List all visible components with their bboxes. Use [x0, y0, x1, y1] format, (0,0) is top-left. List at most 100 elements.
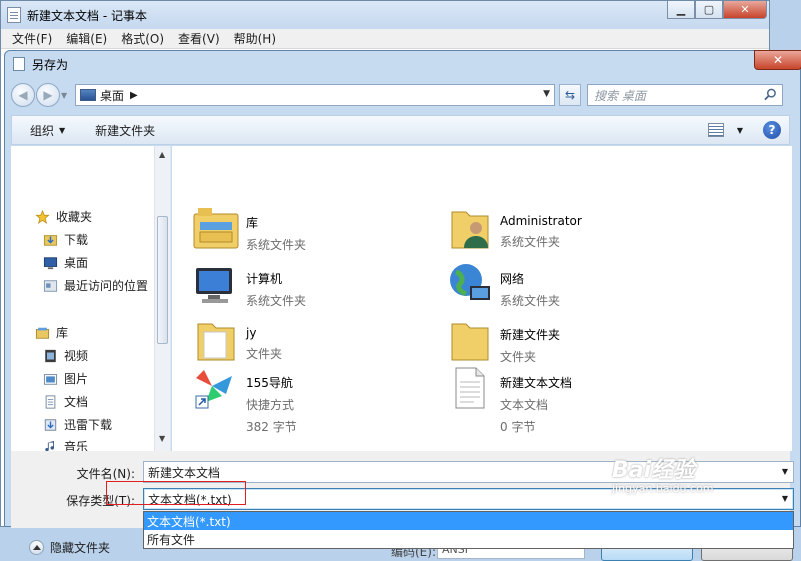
new-folder-label: 新建文件夹: [95, 123, 156, 138]
video-icon: [45, 349, 56, 362]
desktop-icon: [80, 89, 96, 101]
notepad-titlebar[interactable]: 新建文本文档 - 记事本 ▁ ▢ ✕: [1, 1, 769, 29]
nav-recent-places[interactable]: 最近访问的位置: [43, 277, 148, 294]
scroll-up-icon[interactable]: ▲: [159, 150, 165, 159]
nav-music[interactable]: 音乐: [43, 438, 88, 451]
dialog-titlebar[interactable]: 另存为: [5, 51, 800, 77]
back-button[interactable]: ◀: [11, 83, 35, 107]
nav-label: 迅雷下载: [64, 418, 113, 432]
file-type: 文件夹: [246, 347, 283, 361]
file-name: 新建文件夹: [500, 328, 561, 342]
nav-label: 下载: [64, 233, 89, 247]
baidu-jingyan-watermark: Bai经验 jingyan.baidu.com: [612, 452, 714, 495]
organize-button[interactable]: 组织 ▼: [30, 122, 65, 139]
refresh-icon: ⇆: [564, 88, 576, 102]
file-type: 系统文件夹: [246, 294, 307, 308]
new-folder-button[interactable]: 新建文件夹: [95, 122, 155, 139]
view-options-icon[interactable]: [707, 123, 724, 137]
file-name: jy: [246, 326, 257, 340]
recent-pages-dropdown[interactable]: ▼: [61, 91, 71, 100]
menu-edit[interactable]: 编辑(E): [59, 30, 114, 47]
minimize-button[interactable]: ▁: [667, 1, 695, 19]
file-list: 库 系统文件夹 Administrator 系统文件夹 计算机 系统文件夹 网络…: [172, 146, 792, 451]
hide-folders-button[interactable]: 隐藏文件夹: [29, 539, 110, 556]
close-icon: ✕: [740, 3, 750, 16]
filename-label: 文件名(N):: [76, 467, 135, 481]
notepad-caption-buttons: ▁ ▢ ✕: [667, 1, 767, 19]
search-input[interactable]: 搜索 桌面: [587, 84, 783, 106]
search-placeholder: 搜索 桌面: [594, 88, 646, 103]
nav-scrollbar[interactable]: ▲ ▼: [154, 146, 170, 451]
close-button[interactable]: ✕: [723, 1, 767, 19]
file-item[interactable]: 库 系统文件夹: [192, 204, 306, 253]
view-dropdown-icon[interactable]: ▼: [737, 126, 743, 135]
address-dropdown-icon[interactable]: ▼: [543, 89, 550, 99]
nav-videos[interactable]: 视频: [43, 347, 88, 364]
recent-places-icon: [43, 279, 58, 292]
nav-downloads[interactable]: 下载: [43, 231, 88, 248]
file-item[interactable]: 计算机 系统文件夹: [192, 260, 306, 309]
picture-icon: [43, 373, 58, 385]
file-item[interactable]: 新建文本文档 文本文档 0 字节: [446, 364, 572, 435]
nav-desktop[interactable]: 桌面: [43, 254, 88, 271]
refresh-button[interactable]: ⇆: [559, 84, 581, 106]
nav-label: 文档: [64, 395, 89, 409]
filename-value: 新建文本文档: [148, 465, 221, 480]
file-item[interactable]: Administrator 系统文件夹: [446, 204, 582, 252]
downloads-folder-icon: [43, 234, 58, 246]
nav-label: 库: [56, 326, 69, 340]
address-crumb[interactable]: 桌面: [100, 87, 124, 104]
file-item[interactable]: jy 文件夹: [192, 316, 282, 364]
nav-thunder-downloads[interactable]: 迅雷下载: [43, 416, 112, 433]
nav-pictures[interactable]: 图片: [43, 370, 88, 387]
nav-favorites[interactable]: 收藏夹: [35, 208, 92, 225]
organize-label: 组织: [30, 123, 55, 138]
breadcrumb-arrow-icon[interactable]: ▶: [130, 90, 138, 101]
dialog-icon: [13, 57, 25, 71]
nav-libraries[interactable]: 库: [35, 324, 68, 341]
folder-icon: [197, 323, 235, 361]
computer-icon: [196, 268, 232, 303]
dialog-close-button[interactable]: ✕: [754, 50, 801, 70]
savetype-dropdown-list: 文本文档(*.txt) 所有文件: [143, 511, 794, 549]
address-bar[interactable]: 桌面 ▶ ▼: [75, 84, 555, 106]
thunder-download-icon: [44, 418, 57, 431]
maximize-icon: ▢: [703, 3, 715, 16]
nav-label: 视频: [64, 349, 89, 363]
maximize-button[interactable]: ▢: [695, 1, 723, 19]
chevron-down-icon[interactable]: ▼: [782, 494, 788, 503]
file-item[interactable]: 网络 系统文件夹: [446, 260, 560, 309]
nav-documents[interactable]: 文档: [43, 393, 88, 410]
file-type: 系统文件夹: [500, 294, 561, 308]
file-name: 新建文本文档: [500, 376, 573, 390]
dialog-toolbar: 组织 ▼ 新建文件夹 ▼ ?: [11, 115, 790, 145]
nav-scrollbar-thumb[interactable]: [157, 216, 168, 344]
chevron-down-icon[interactable]: ▼: [782, 467, 788, 476]
user-folder-icon: [451, 211, 489, 249]
scroll-down-icon[interactable]: ▼: [159, 434, 165, 443]
file-item[interactable]: 新建文件夹 文件夹: [446, 316, 560, 365]
navigation-pane: 收藏夹 下载 桌面 最近访问的位置 库 视频 图片 文档 迅雷下载 音乐 ▲ ▼: [11, 146, 171, 451]
menu-file[interactable]: 文件(F): [5, 30, 59, 47]
nav-label: 图片: [64, 372, 89, 386]
back-arrow-icon: ◀: [18, 88, 28, 102]
file-type: 系统文件夹: [246, 238, 307, 252]
search-icon[interactable]: [764, 88, 777, 101]
forward-button[interactable]: ▶: [36, 83, 60, 107]
shortcut-icon: [195, 370, 232, 409]
help-icon[interactable]: ?: [763, 121, 781, 139]
file-name: 库: [246, 216, 259, 230]
menu-help[interactable]: 帮助(H): [227, 30, 283, 47]
notepad-menubar: 文件(F) 编辑(E) 格式(O) 查看(V) 帮助(H): [1, 29, 769, 49]
address-row: ◀ ▶ ▼ 桌面 ▶ ▼ ⇆ 搜索 桌面: [11, 81, 790, 109]
text-file-icon: [455, 367, 485, 409]
notepad-title: 新建文本文档 - 记事本: [27, 8, 147, 23]
savetype-option-all[interactable]: 所有文件: [144, 530, 793, 548]
dialog-title: 另存为: [32, 57, 69, 72]
file-type: 文件夹: [500, 350, 537, 364]
file-name: 155导航: [246, 376, 293, 390]
menu-format[interactable]: 格式(O): [114, 30, 171, 47]
menu-view[interactable]: 查看(V): [171, 30, 227, 47]
file-item[interactable]: 155导航 快捷方式 382 字节: [192, 364, 297, 435]
savetype-option-txt[interactable]: 文本文档(*.txt): [144, 512, 793, 530]
